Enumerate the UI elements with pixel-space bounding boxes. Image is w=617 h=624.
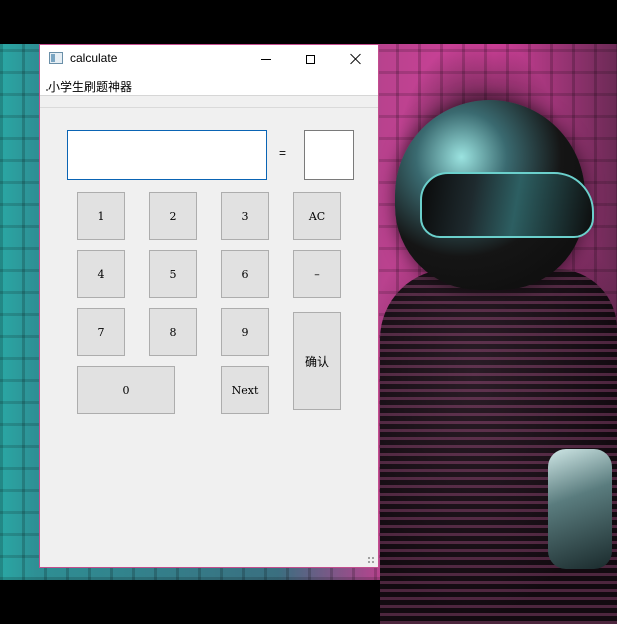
key-7[interactable]: 7	[77, 308, 125, 356]
window-title: calculate	[70, 51, 118, 65]
minimize-icon	[260, 58, 271, 60]
key-2[interactable]: 2	[149, 192, 197, 240]
wallpaper-figure-visor	[420, 172, 594, 238]
close-icon	[350, 53, 362, 65]
title-bar[interactable]: calculate	[40, 45, 378, 73]
menu-item-practice[interactable]: 小学生刷题神器	[48, 78, 132, 95]
separator	[40, 107, 378, 108]
key-3[interactable]: 3	[221, 192, 269, 240]
expression-input[interactable]	[67, 130, 267, 180]
close-button[interactable]	[333, 45, 378, 73]
minimize-button[interactable]	[243, 45, 288, 73]
key-9[interactable]: 9	[221, 308, 269, 356]
key-ac[interactable]: AC	[293, 192, 341, 240]
key-5[interactable]: 5	[149, 250, 197, 298]
key-8[interactable]: 8	[149, 308, 197, 356]
answer-input[interactable]	[304, 130, 354, 180]
calculate-window: calculate 小学生刷题神器 = 1 2 3 AC 4 5 6 – 7 8…	[39, 44, 379, 568]
resize-grip[interactable]	[367, 556, 375, 564]
wallpaper-figure-glove	[548, 449, 612, 569]
key-0[interactable]: 0	[77, 366, 175, 414]
key-4[interactable]: 4	[77, 250, 125, 298]
confirm-button[interactable]: 确认	[293, 312, 341, 410]
key-minus[interactable]: –	[293, 250, 341, 298]
wallpaper-figure-suit	[380, 269, 617, 624]
key-1[interactable]: 1	[77, 192, 125, 240]
maximize-button[interactable]	[288, 45, 333, 73]
menu-dot	[46, 89, 48, 91]
key-6[interactable]: 6	[221, 250, 269, 298]
next-button[interactable]: Next	[221, 366, 269, 414]
menu-bar: 小学生刷题神器	[40, 73, 378, 96]
maximize-icon	[306, 54, 315, 64]
equals-label: =	[279, 146, 287, 160]
app-window-icon	[49, 52, 63, 64]
